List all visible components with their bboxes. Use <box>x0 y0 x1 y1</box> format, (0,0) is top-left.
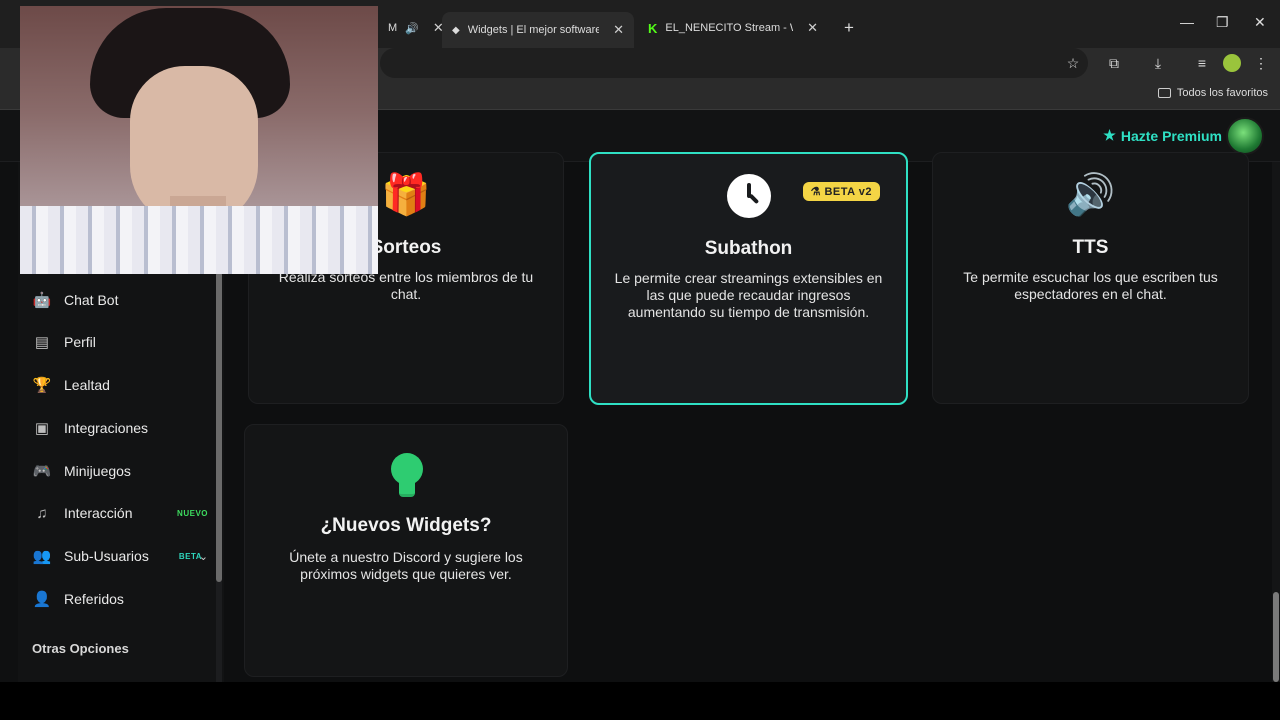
sidebar-item-interaccion[interactable]: ♫ Interacción NUEVO <box>32 498 208 528</box>
card-title: ¿Nuevos Widgets? <box>320 515 492 536</box>
menu-kebab-icon[interactable]: ⋮ <box>1252 54 1270 72</box>
plug-icon: ▣ <box>34 420 50 437</box>
new-tab-button[interactable]: + <box>834 14 864 42</box>
close-window-icon[interactable]: ✕ <box>1254 14 1266 31</box>
restore-icon[interactable]: ❐ <box>1216 14 1229 31</box>
sidebar-item-label: Perfil <box>64 334 96 350</box>
all-bookmarks-button[interactable]: Todos los favoritos <box>1157 87 1268 99</box>
sidebar-item-referidos[interactable]: 👤 Referidos <box>32 584 208 614</box>
sidebar-item-label: Referidos <box>64 591 124 607</box>
volume-icon: 🔊 <box>1065 173 1116 217</box>
sidebar-item-perfil[interactable]: ▤ Perfil <box>32 327 208 357</box>
tab-title: Widgets | El mejor software par <box>467 24 600 36</box>
badge-label: BETA v2 <box>824 186 872 198</box>
browser-tab-kick[interactable]: K EL_NENECITO Stream - Watch l ✕ <box>638 14 828 42</box>
card-description: Le permite crear streamings extensibles … <box>614 270 883 320</box>
beta-v2-badge: ⚗ BETA v2 <box>802 182 880 201</box>
widgets-grid: 🎁 Sorteos Realiza sorteos entre los miem… <box>224 152 1280 682</box>
sidebar-scrollbar-thumb[interactable] <box>216 272 222 582</box>
sidebar-item-chat-bot[interactable]: 🤖 Chat Bot <box>32 285 208 315</box>
gamepad-icon: 🎮 <box>32 463 52 480</box>
sidebar-item-label: Minijuegos <box>64 463 131 479</box>
star-icon: ★ <box>1103 127 1116 143</box>
browser-tab-widgets[interactable]: ◆ Widgets | El mejor software par ✕ <box>442 12 634 48</box>
extensions-icon[interactable]: ⧉ <box>1105 54 1123 72</box>
address-bar[interactable] <box>380 48 1088 78</box>
all-bookmarks-label: Todos los favoritos <box>1176 87 1268 99</box>
tab-title: EL_NENECITO Stream - Watch l <box>665 22 793 34</box>
sidebar-item-label: Chat Bot <box>64 292 119 308</box>
widget-card-subathon[interactable]: ⚗ BETA v2 Subathon Le permite crear stre… <box>589 152 908 405</box>
card-description: Realiza sorteos entre los miembros de tu… <box>278 269 534 302</box>
card-title: TTS <box>1072 237 1109 258</box>
site-favicon-icon: ◆ <box>452 24 460 36</box>
premium-label: Hazte Premium <box>1120 127 1222 144</box>
sidebar-item-label: Lealtad <box>64 377 110 393</box>
bottom-black-bar <box>0 682 1280 720</box>
close-tab-icon[interactable]: ✕ <box>807 20 818 36</box>
sidebar-item-label: Interacción <box>64 505 133 521</box>
download-icon[interactable]: ⤓ <box>1149 54 1167 72</box>
sidebar-item-label: Sub-Usuarios <box>64 548 149 564</box>
sidebar-item-integraciones[interactable]: ▣ Integraciones <box>32 413 208 443</box>
clock-icon <box>727 174 771 218</box>
sidebar-item-minijuegos[interactable]: 🎮 Minijuegos <box>32 456 208 486</box>
main-scrollbar-thumb[interactable] <box>1273 592 1279 682</box>
sidebar-section-title: Otras Opciones <box>32 641 129 656</box>
user-friends-icon: 👤 <box>32 591 52 608</box>
sidebar-item-sub-usuarios[interactable]: 👥 Sub-Usuarios BETA ⌄ <box>32 541 208 571</box>
lightbulb-base <box>399 481 415 497</box>
minimize-icon[interactable]: — <box>1180 14 1194 30</box>
folder-icon <box>1157 88 1171 98</box>
new-badge: NUEVO <box>177 508 208 518</box>
media-control-icon[interactable]: ≡ <box>1193 54 1211 72</box>
speaker-icon[interactable]: 🔊 <box>405 22 419 35</box>
users-icon: 👥 <box>32 548 52 565</box>
sidebar-item-lealtad[interactable]: 🏆 Lealtad <box>32 370 208 400</box>
kick-logo-icon: K <box>648 20 658 36</box>
tab-title: M <box>388 22 398 34</box>
card-description: Te permite escuchar los que escriben tus… <box>963 269 1218 302</box>
webcam-shirt <box>20 206 378 274</box>
widget-card-suggest[interactable]: ¿Nuevos Widgets? Únete a nuestro Discord… <box>244 424 568 677</box>
id-card-icon: ▤ <box>34 334 50 351</box>
bookmark-star-icon[interactable]: ☆ <box>1064 54 1082 72</box>
trophy-icon: 🏆 <box>32 377 52 394</box>
flask-icon: ⚗ <box>810 186 825 198</box>
music-icon: ♫ <box>36 504 48 522</box>
card-description: Únete a nuestro Discord y sugiere los pr… <box>289 549 523 582</box>
profile-avatar-icon[interactable] <box>1223 54 1241 72</box>
close-tab-icon[interactable]: ✕ <box>613 22 624 38</box>
robot-icon: 🤖 <box>32 292 52 309</box>
card-title: Subathon <box>704 238 793 259</box>
webcam-overlay <box>20 6 378 274</box>
chevron-down-icon[interactable]: ⌄ <box>199 550 208 563</box>
premium-button[interactable]: ★ Hazte Premium <box>1103 127 1222 144</box>
sidebar-item-label: Integraciones <box>64 420 149 436</box>
user-avatar[interactable] <box>1226 117 1264 155</box>
widget-card-tts[interactable]: 🔊 TTS Te permite escuchar los que escrib… <box>932 152 1249 404</box>
